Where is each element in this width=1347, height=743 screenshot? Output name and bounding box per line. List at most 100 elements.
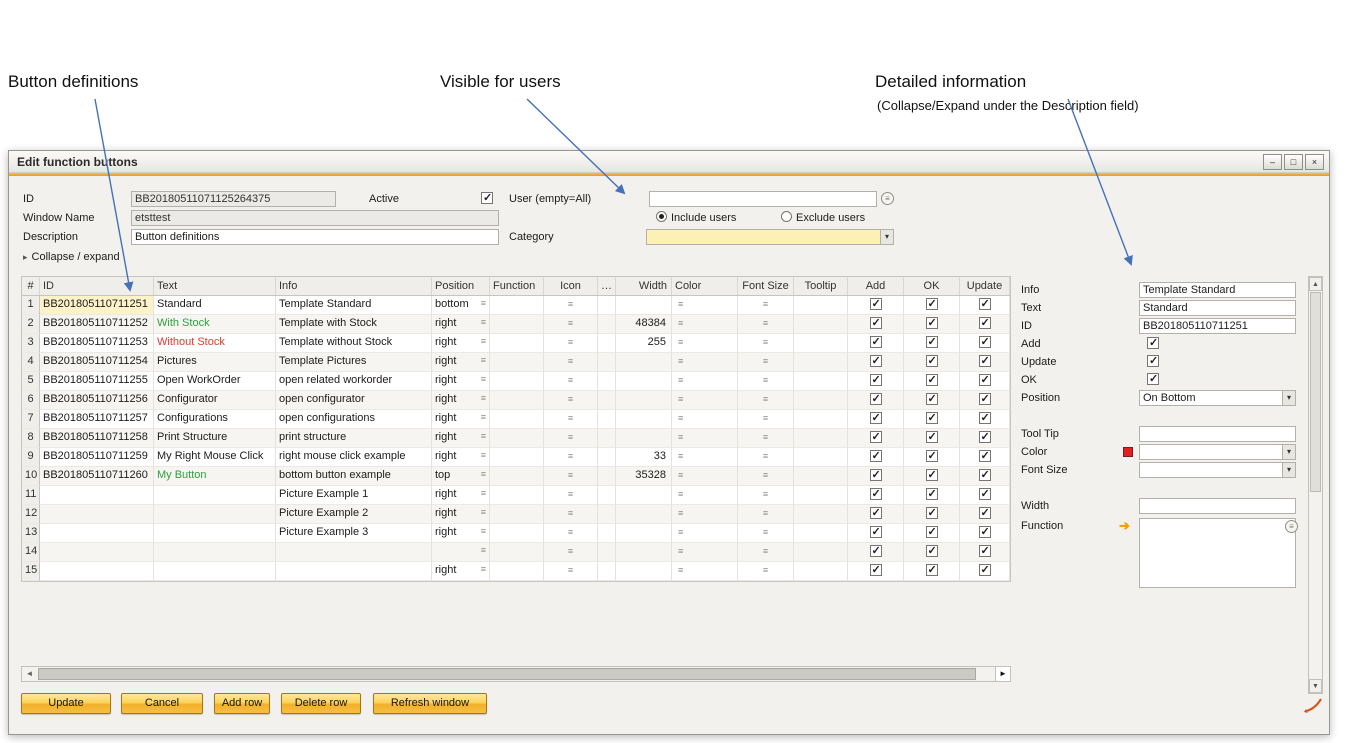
cell-font-size[interactable]: ≡: [738, 486, 794, 505]
header-tooltip[interactable]: Tooltip: [794, 277, 848, 295]
cell-update[interactable]: [960, 448, 1010, 467]
cell-update[interactable]: [960, 467, 1010, 486]
include-users-radio[interactable]: [656, 211, 667, 222]
cell-update[interactable]: [960, 543, 1010, 562]
detail-font-size-select[interactable]: ▾: [1139, 462, 1296, 478]
title-bar[interactable]: Edit function buttons: [9, 151, 1329, 173]
link-icon[interactable]: ≡: [678, 508, 683, 518]
cell-tooltip[interactable]: [794, 562, 848, 581]
cell-ok[interactable]: [904, 505, 960, 524]
cell-info[interactable]: Template with Stock: [276, 315, 432, 334]
cell-dots[interactable]: [598, 543, 616, 562]
link-icon[interactable]: ≡: [568, 508, 573, 518]
function-link-arrow-icon[interactable]: ➔: [1119, 518, 1130, 534]
link-icon[interactable]: ≡: [568, 413, 573, 423]
table-row[interactable]: 13Picture Example 3right≡≡≡≡: [22, 524, 1010, 543]
link-icon[interactable]: ≡: [678, 546, 683, 556]
cell-tooltip[interactable]: [794, 524, 848, 543]
cell-info[interactable]: Template Standard: [276, 296, 432, 315]
header-add[interactable]: Add: [848, 277, 904, 295]
cell-icon[interactable]: ≡: [544, 543, 598, 562]
link-icon[interactable]: ≡: [678, 470, 683, 480]
cell-font-size[interactable]: ≡: [738, 562, 794, 581]
vertical-scrollbar[interactable]: ▲ ▼: [1308, 276, 1323, 694]
link-icon[interactable]: ≡: [763, 508, 768, 518]
cell-color[interactable]: ≡: [672, 467, 738, 486]
cell-add[interactable]: [848, 315, 904, 334]
cell-id[interactable]: BB201805110711256: [40, 391, 154, 410]
cell-info[interactable]: Template Pictures: [276, 353, 432, 372]
link-icon[interactable]: ≡: [678, 489, 683, 499]
header-width[interactable]: Width: [616, 277, 672, 295]
cell-dots[interactable]: [598, 334, 616, 353]
cell-width[interactable]: 255: [616, 334, 672, 353]
cell-font-size[interactable]: ≡: [738, 543, 794, 562]
cell-font-size[interactable]: ≡: [738, 505, 794, 524]
link-icon[interactable]: ≡: [763, 470, 768, 480]
cell-ok[interactable]: [904, 372, 960, 391]
cell-text[interactable]: [154, 524, 276, 543]
cell-font-size[interactable]: ≡: [738, 296, 794, 315]
cell-position[interactable]: right≡: [432, 353, 490, 372]
cell-info[interactable]: open configurations: [276, 410, 432, 429]
maximize-button[interactable]: □: [1284, 154, 1303, 170]
cell-icon[interactable]: ≡: [544, 296, 598, 315]
table-row[interactable]: 4BB201805110711254PicturesTemplate Pictu…: [22, 353, 1010, 372]
cell-text[interactable]: [154, 486, 276, 505]
cell-function[interactable]: [490, 315, 544, 334]
link-icon[interactable]: ≡: [481, 412, 486, 428]
cell-ok[interactable]: [904, 410, 960, 429]
cell-width[interactable]: [616, 353, 672, 372]
cell-position[interactable]: right≡: [432, 429, 490, 448]
link-icon[interactable]: ≡: [763, 318, 768, 328]
cell-position[interactable]: right≡: [432, 524, 490, 543]
table-row[interactable]: 15right≡≡≡≡: [22, 562, 1010, 581]
cell-ok[interactable]: [904, 467, 960, 486]
cell-icon[interactable]: ≡: [544, 524, 598, 543]
cell-width[interactable]: [616, 543, 672, 562]
link-icon[interactable]: ≡: [481, 526, 486, 542]
detail-text-field[interactable]: Standard: [1139, 300, 1296, 316]
cell-text[interactable]: My Button: [154, 467, 276, 486]
cell-color[interactable]: ≡: [672, 429, 738, 448]
detail-width-field[interactable]: [1139, 498, 1296, 514]
add-checkbox[interactable]: [870, 355, 882, 367]
cell-icon[interactable]: ≡: [544, 391, 598, 410]
link-icon[interactable]: ≡: [763, 565, 768, 575]
cell-position[interactable]: right≡: [432, 391, 490, 410]
link-icon[interactable]: ≡: [481, 507, 486, 523]
link-icon[interactable]: ≡: [481, 355, 486, 371]
cell-add[interactable]: [848, 296, 904, 315]
link-icon[interactable]: ≡: [678, 432, 683, 442]
link-icon[interactable]: ≡: [568, 432, 573, 442]
link-icon[interactable]: ≡: [481, 488, 486, 504]
cell-info[interactable]: Template without Stock: [276, 334, 432, 353]
cell-width[interactable]: [616, 524, 672, 543]
cell-id[interactable]: [40, 486, 154, 505]
cell-text[interactable]: Print Structure: [154, 429, 276, 448]
cell-tooltip[interactable]: [794, 315, 848, 334]
link-icon[interactable]: ≡: [763, 337, 768, 347]
link-icon[interactable]: ≡: [763, 375, 768, 385]
cell-tooltip[interactable]: [794, 429, 848, 448]
cell-dots[interactable]: [598, 296, 616, 315]
table-row[interactable]: 3BB201805110711253Without StockTemplate …: [22, 334, 1010, 353]
header-function[interactable]: Function: [490, 277, 544, 295]
link-icon[interactable]: ≡: [763, 451, 768, 461]
link-icon[interactable]: ≡: [763, 356, 768, 366]
link-icon[interactable]: ≡: [568, 375, 573, 385]
cell-add[interactable]: [848, 543, 904, 562]
update-checkbox[interactable]: [979, 507, 991, 519]
cell-update[interactable]: [960, 372, 1010, 391]
link-icon[interactable]: ≡: [678, 451, 683, 461]
cell-update[interactable]: [960, 353, 1010, 372]
ok-checkbox[interactable]: [926, 393, 938, 405]
cell-position[interactable]: ≡: [432, 543, 490, 562]
link-icon[interactable]: ≡: [568, 337, 573, 347]
cell-id[interactable]: [40, 543, 154, 562]
cell-info[interactable]: open related workorder: [276, 372, 432, 391]
cell-ok[interactable]: [904, 391, 960, 410]
header-info[interactable]: Info: [276, 277, 432, 295]
ok-checkbox[interactable]: [926, 469, 938, 481]
cell-dots[interactable]: [598, 524, 616, 543]
